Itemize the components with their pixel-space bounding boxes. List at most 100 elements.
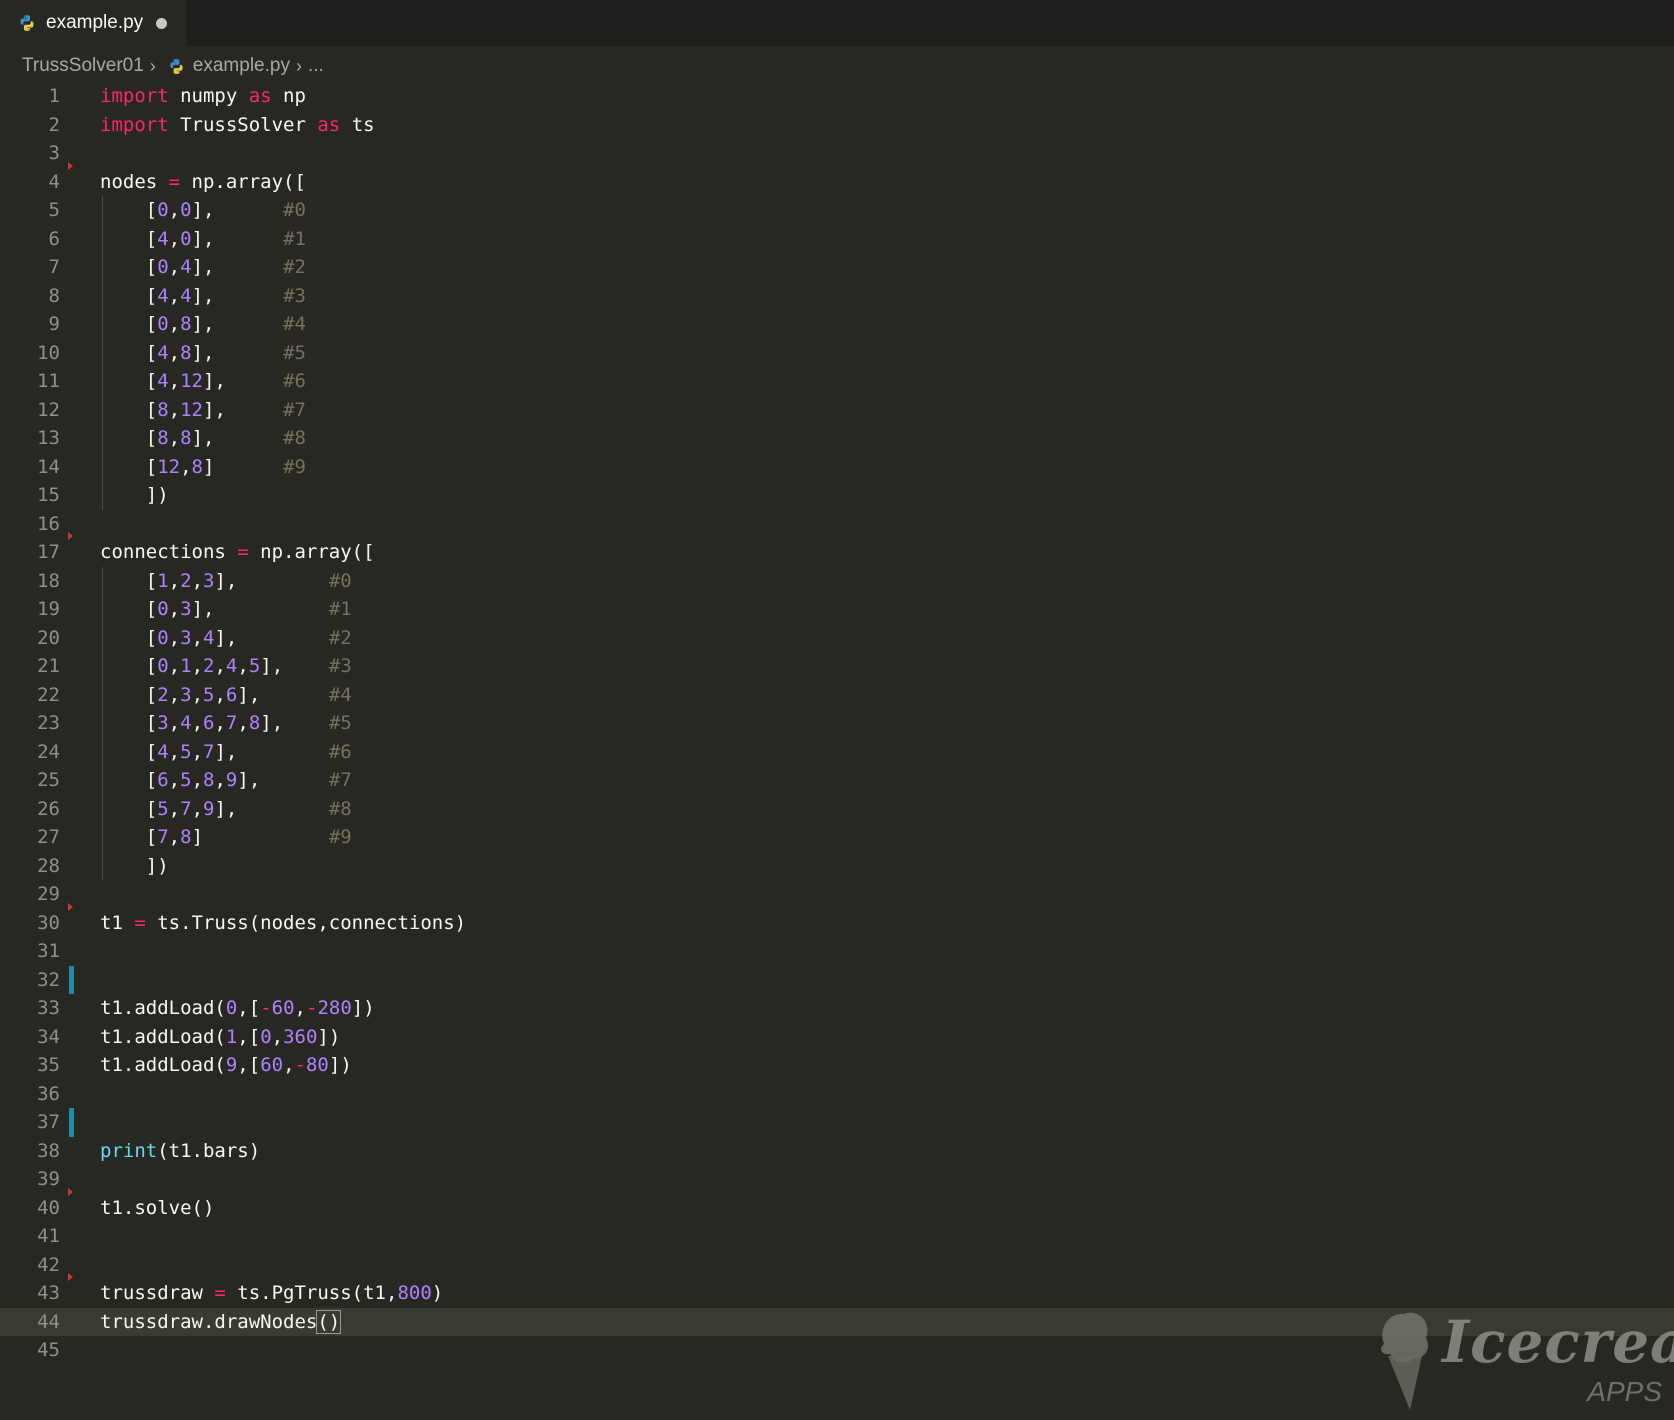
token-num: 4 — [157, 341, 169, 364]
bracket-match-highlight: () — [316, 1309, 342, 1334]
code-line[interactable]: 27 [7,8] #9 — [0, 823, 1674, 852]
token-text: [ — [100, 826, 158, 848]
code-line[interactable]: 28 ]) — [0, 851, 1674, 880]
code-line[interactable]: 4 nodes = np.array([ — [0, 161, 1674, 197]
line-code: ]) — [100, 481, 169, 510]
token-cm: #5 — [328, 712, 352, 734]
code-line[interactable]: 20 [0,3,4], #2 — [0, 623, 1674, 652]
code-line[interactable]: 1 import numpy as np — [0, 82, 1674, 111]
token-text: np.array([ — [180, 170, 306, 193]
token-text: ], — [191, 284, 284, 307]
token-op: = — [214, 1282, 226, 1304]
code-line[interactable]: 9 [0,8], #4 — [0, 310, 1674, 339]
token-text: nodes — [100, 170, 169, 193]
code-line[interactable]: 42 — [0, 1251, 1674, 1280]
breadcrumb-tail[interactable]: ... — [308, 55, 324, 77]
breadcrumb-folder[interactable]: TrussSolver01 — [22, 55, 144, 77]
token-num: 800 — [397, 1282, 432, 1304]
token-text: ]) — [100, 484, 169, 506]
code-line[interactable]: 40 t1.solve() — [0, 1187, 1674, 1223]
token-num: 4 — [225, 655, 238, 677]
code-line[interactable]: 14 [12,8] #9 — [0, 452, 1674, 482]
token-text: , — [237, 655, 249, 677]
tab-example-py[interactable]: example.py — [0, 0, 186, 46]
line-number: 39 — [37, 1168, 60, 1190]
code-line[interactable]: 31 — [0, 937, 1674, 966]
code-line[interactable]: 30 t1 = ts.Truss(nodes,connections) — [0, 902, 1674, 938]
code-editor[interactable]: 1 import numpy as np 2 import TrussSolver a… — [0, 82, 1674, 1365]
token-num: 12 — [180, 398, 203, 421]
fold-marker-icon[interactable] — [68, 1187, 73, 1196]
code-line[interactable]: 5 [0,0], #0 — [0, 196, 1674, 225]
token-text: ] — [203, 455, 284, 478]
line-number: 20 — [37, 626, 60, 649]
token-cm: #4 — [328, 683, 352, 706]
token-text: , — [168, 370, 181, 392]
token-cm: #6 — [283, 370, 306, 392]
token-text: ]) — [317, 1025, 341, 1048]
line-number: 40 — [37, 1196, 60, 1219]
line-code: [12,8] #9 — [100, 453, 306, 482]
code-line[interactable]: 18 [1,2,3], #0 — [0, 566, 1674, 596]
line-code: [5,7,9], #8 — [100, 795, 352, 824]
code-line[interactable]: 19 [0,3], #1 — [0, 595, 1674, 624]
code-line[interactable]: 16 — [0, 510, 1674, 539]
token-num: 5 — [203, 683, 215, 706]
unsaved-dot-icon[interactable] — [156, 17, 168, 29]
code-line[interactable]: 36 — [0, 1080, 1674, 1109]
code-line[interactable]: 11 [4,12], #6 — [0, 367, 1674, 396]
code-line[interactable]: 33 t1.addLoad(0,[-60,-280]) — [0, 994, 1674, 1023]
code-line[interactable]: 25 [6,5,8,9], #7 — [0, 766, 1674, 795]
token-text: t1.addLoad( — [100, 1054, 226, 1076]
token-cm: #6 — [328, 740, 352, 763]
code-line[interactable]: 32 — [0, 965, 1674, 994]
token-text: [ — [100, 313, 158, 335]
python-file-icon — [170, 58, 183, 74]
code-line[interactable]: 21 [0,1,2,4,5], #3 — [0, 652, 1674, 681]
code-line[interactable]: 39 — [0, 1165, 1674, 1194]
code-line[interactable]: 12 [8,12], #7 — [0, 395, 1674, 424]
token-text: , — [191, 769, 204, 791]
code-line[interactable]: 15 ]) — [0, 481, 1674, 510]
code-line[interactable]: 37 — [0, 1108, 1674, 1137]
token-text: ], — [191, 199, 284, 221]
code-line[interactable]: 41 — [0, 1222, 1674, 1251]
code-line[interactable]: 8 [4,4], #3 — [0, 281, 1674, 310]
code-line[interactable]: 38 print(t1.bars) — [0, 1137, 1674, 1166]
token-op: = — [168, 170, 181, 193]
code-line[interactable]: 7 [0,4], #2 — [0, 253, 1674, 282]
breadcrumb-file[interactable]: example.py — [193, 55, 290, 77]
token-text: ], — [214, 740, 329, 763]
code-line[interactable]: 24 [4,5,7], #6 — [0, 737, 1674, 766]
code-line[interactable]: 10 [4,8], #5 — [0, 338, 1674, 367]
modified-line-marker — [69, 1108, 74, 1137]
code-line[interactable]: 17 connections = np.array([ — [0, 532, 1674, 567]
code-line[interactable]: 6 [4,0], #1 — [0, 224, 1674, 253]
code-line[interactable]: 35 t1.addLoad(9,[60,-80]) — [0, 1051, 1674, 1080]
fold-marker-icon[interactable] — [68, 902, 73, 911]
code-line[interactable]: 2 import TrussSolver as ts — [0, 111, 1674, 140]
code-line[interactable]: 22 [2,3,5,6], #4 — [0, 680, 1674, 709]
code-line[interactable]: 23 [3,4,6,7,8], #5 — [0, 709, 1674, 738]
fold-marker-icon[interactable] — [68, 161, 73, 170]
line-number: 32 — [37, 968, 60, 991]
token-text: ts.PgTruss(t1, — [225, 1282, 398, 1304]
code-line[interactable]: 3 — [0, 139, 1674, 168]
fold-marker-icon[interactable] — [68, 1273, 73, 1281]
line-code: [1,2,3], #0 — [100, 567, 352, 596]
code-line[interactable]: 34 t1.addLoad(1,[0,360]) — [0, 1023, 1674, 1052]
token-text: , — [168, 427, 181, 449]
token-num: 60 — [271, 997, 295, 1019]
token-text: , — [168, 341, 181, 364]
token-text: , — [168, 712, 181, 734]
code-line[interactable]: 26 [5,7,9], #8 — [0, 794, 1674, 824]
fold-marker-icon[interactable] — [68, 532, 73, 540]
line-code: [0,8], #4 — [100, 310, 306, 339]
line-code: [3,4,6,7,8], #5 — [100, 709, 352, 738]
code-line[interactable]: 13 [8,8], #8 — [0, 424, 1674, 453]
line-code: [0,1,2,4,5], #3 — [100, 652, 352, 681]
token-text: ]) — [100, 854, 169, 877]
token-num: 6 — [225, 683, 238, 706]
token-text: ], — [191, 598, 329, 620]
code-line[interactable]: 29 — [0, 880, 1674, 909]
